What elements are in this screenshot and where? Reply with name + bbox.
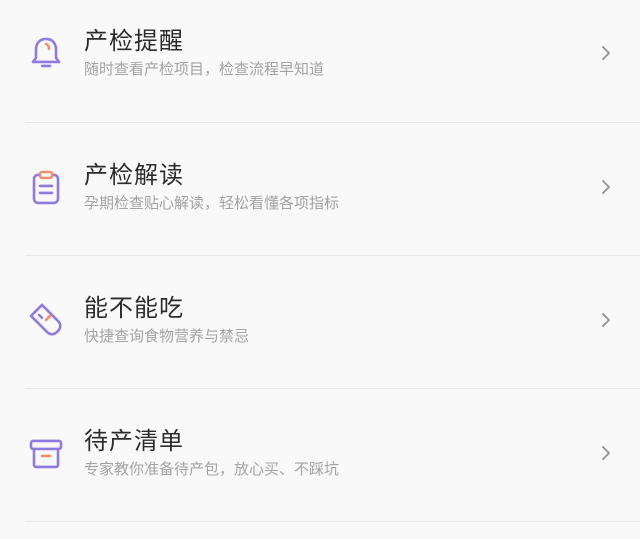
chevron-right-icon	[602, 179, 610, 194]
list-item-checkup-interpretation[interactable]: 产检解读 孕期检查贴心解读，轻松看懂各项指标	[0, 122, 640, 255]
chevron-right-icon	[602, 45, 610, 60]
item-title: 能不能吃	[84, 293, 184, 322]
list-item-delivery-checklist[interactable]: 待产清单 专家教你准备待产包，放心买、不踩坑	[0, 388, 640, 521]
item-subtitle: 快捷查询食物营养与禁忌	[84, 326, 250, 345]
list-item-can-i-eat[interactable]: 能不能吃 快捷查询食物营养与禁忌	[0, 255, 640, 388]
clipboard-icon	[25, 165, 67, 207]
chevron-right-icon	[602, 312, 610, 327]
archive-box-icon	[25, 431, 67, 473]
chevron-right-icon	[602, 445, 610, 460]
list-item-checkup-reminder[interactable]: 产检提醒 随时查看产检项目，检查流程早知道	[0, 0, 640, 121]
divider	[25, 521, 640, 522]
feature-list: 产检提醒 随时查看产检项目，检查流程早知道 产检解读 孕期检查贴心解读，轻松看懂…	[0, 0, 640, 539]
item-subtitle: 专家教你准备待产包，放心买、不踩坑	[84, 459, 340, 478]
item-subtitle: 孕期检查贴心解读，轻松看懂各项指标	[84, 193, 340, 212]
item-title: 待产清单	[84, 426, 184, 455]
item-title: 产检解读	[84, 160, 184, 189]
item-subtitle: 随时查看产检项目，检查流程早知道	[84, 59, 325, 78]
item-title: 产检提醒	[84, 26, 184, 55]
bell-icon	[25, 31, 67, 73]
food-tag-icon	[25, 298, 67, 340]
